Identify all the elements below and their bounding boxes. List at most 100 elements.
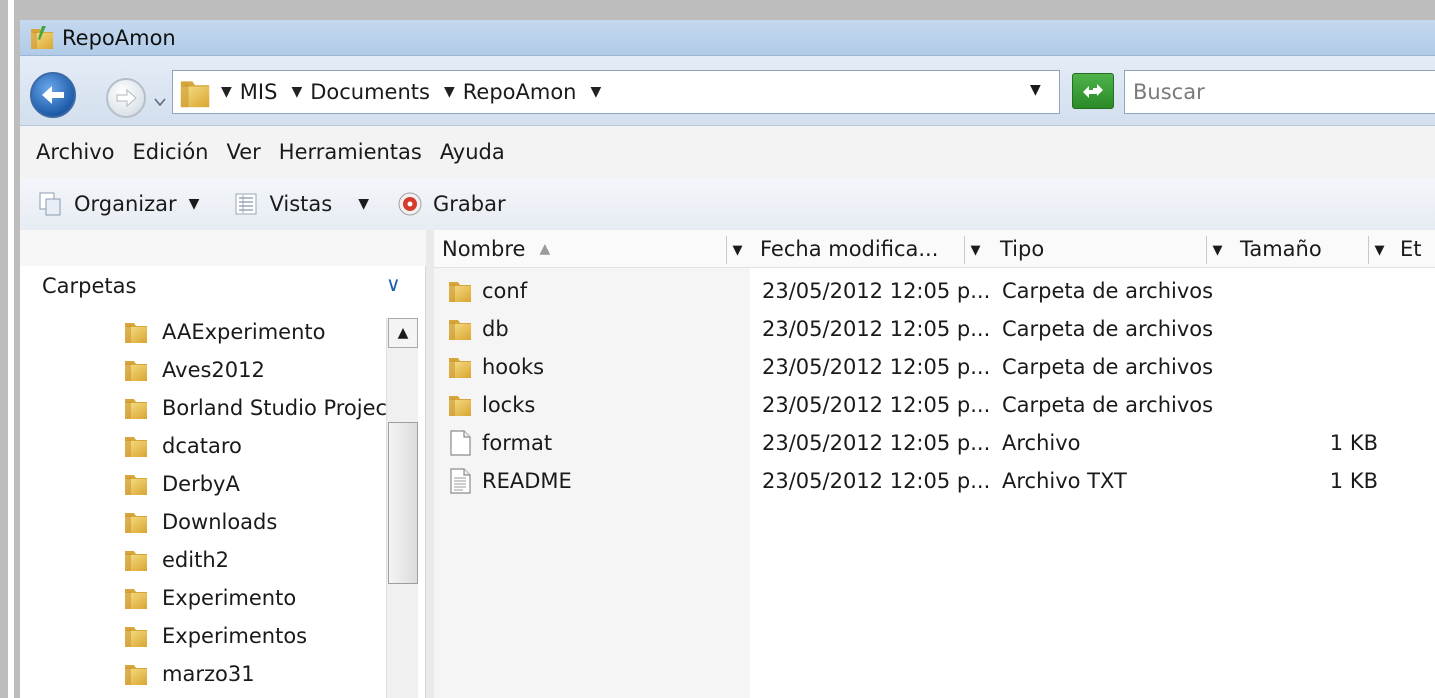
pane-splitter[interactable] <box>426 230 434 698</box>
blank-file-icon <box>446 429 474 457</box>
tree-item[interactable]: AAExperimento <box>122 314 408 350</box>
table-row[interactable]: hooks 23/05/2012 12:05 p... Carpeta de a… <box>434 348 1435 386</box>
window-frame-top <box>0 0 1435 20</box>
refresh-button[interactable] <box>1072 73 1114 109</box>
column-header-tags[interactable]: Et <box>1392 230 1435 268</box>
menu-herramientas[interactable]: Herramientas <box>279 140 422 164</box>
breadcrumb-items: ▼ MIS ▼ Documents ▼ RepoAmon ▼ <box>221 71 601 113</box>
file-date: 23/05/2012 12:05 p... <box>762 317 991 341</box>
window-title: RepoAmon <box>62 25 176 50</box>
file-size <box>1234 348 1378 386</box>
folder-icon <box>122 356 150 384</box>
file-name: format <box>446 424 746 462</box>
folder-icon <box>122 660 150 688</box>
breadcrumb-item-repoamon[interactable]: ▼ RepoAmon <box>444 80 577 104</box>
column-header-size[interactable]: Tamaño <box>1232 230 1354 268</box>
table-row[interactable]: README 23/05/2012 12:05 p... Archivo TXT… <box>434 462 1435 500</box>
file-name: hooks <box>446 348 746 386</box>
arrow-right-icon <box>116 88 137 108</box>
table-row[interactable]: db 23/05/2012 12:05 p... Carpeta de arch… <box>434 310 1435 348</box>
tree-item[interactable]: Experimentos <box>122 618 408 654</box>
folder-icon <box>122 318 150 346</box>
file-type: Archivo <box>1002 431 1081 455</box>
chevron-down-icon <box>154 98 166 107</box>
menu-ayuda[interactable]: Ayuda <box>440 140 505 164</box>
address-history-dropdown[interactable]: ▼ <box>1030 82 1041 98</box>
breadcrumb-item-documents[interactable]: ▼ Documents <box>291 80 430 104</box>
tree-item[interactable]: Experimento <box>122 580 408 616</box>
file-name: README <box>446 462 746 500</box>
tree-item[interactable]: edith2 <box>122 542 408 578</box>
tree-item[interactable]: dcataro <box>122 428 408 464</box>
column-header-date[interactable]: Fecha modifica... <box>752 230 958 268</box>
file-date: 23/05/2012 12:05 p... <box>762 469 991 493</box>
file-date: 23/05/2012 12:05 p... <box>762 279 991 303</box>
table-row[interactable]: locks 23/05/2012 12:05 p... Carpeta de a… <box>434 386 1435 424</box>
file-size <box>1234 386 1378 424</box>
tree-item[interactable]: Borland Studio Projects <box>122 390 408 426</box>
folder-icon <box>446 391 474 419</box>
tree-scrollbar[interactable]: ▲ <box>386 318 418 698</box>
menu-archivo[interactable]: Archivo <box>36 140 115 164</box>
file-size: 1 KB <box>1329 469 1378 493</box>
title-bar[interactable]: RepoAmon <box>20 20 1435 56</box>
views-button[interactable]: Vistas ▼ <box>233 191 369 217</box>
column-filter-dropdown[interactable]: ▼ <box>726 236 748 264</box>
file-name: conf <box>446 272 746 310</box>
file-type: Carpeta de archivos <box>1002 279 1214 303</box>
burn-button[interactable]: Grabar <box>397 191 506 217</box>
menu-edicion[interactable]: Edición <box>133 140 209 164</box>
column-filter-dropdown[interactable]: ▼ <box>1368 236 1390 264</box>
file-date: 23/05/2012 12:05 p... <box>762 431 991 455</box>
tree-item[interactable]: marzo31 <box>122 656 408 692</box>
nav-pane-header-space <box>20 230 426 266</box>
file-size <box>1234 272 1378 310</box>
recent-pages-dropdown[interactable] <box>152 90 168 107</box>
search-box[interactable] <box>1124 70 1435 114</box>
file-date: 23/05/2012 12:05 p... <box>762 393 991 417</box>
column-filter-dropdown[interactable]: ▼ <box>1206 236 1228 264</box>
menu-bar: Archivo Edición Ver Herramientas Ayuda <box>20 126 1435 178</box>
tree-item[interactable]: DerbyA <box>122 466 408 502</box>
folders-section-label[interactable]: Carpetas <box>42 274 136 298</box>
table-row[interactable]: format 23/05/2012 12:05 p... Archivo 1 K… <box>434 424 1435 462</box>
file-type: Archivo TXT <box>1002 469 1127 493</box>
arrow-left-icon <box>42 86 64 104</box>
explorer-window: RepoAmon ▼ MIS ▼ Documents ▼ RepoAmon ▼ … <box>0 0 1435 698</box>
organize-icon <box>38 191 64 217</box>
back-button[interactable] <box>30 72 76 118</box>
file-date: 23/05/2012 12:05 p... <box>762 355 991 379</box>
folder-icon <box>177 75 213 111</box>
search-input[interactable] <box>1125 71 1435 113</box>
folder-icon <box>122 394 150 422</box>
column-headers: Nombre ▲ ▼ Fecha modifica... ▼ Tipo ▼ Ta… <box>434 230 1435 268</box>
scroll-thumb[interactable] <box>388 422 418 584</box>
breadcrumb-arrow-icon[interactable]: ▼ <box>590 84 601 100</box>
table-row[interactable]: conf 23/05/2012 12:05 p... Carpeta de ar… <box>434 272 1435 310</box>
views-icon <box>233 191 259 217</box>
breadcrumb-arrow-icon[interactable]: ▼ <box>444 84 455 100</box>
column-filter-dropdown[interactable]: ▼ <box>964 236 986 264</box>
scroll-up-button[interactable]: ▲ <box>388 318 418 348</box>
file-list: Nombre ▲ ▼ Fecha modifica... ▼ Tipo ▼ Ta… <box>434 230 1435 698</box>
forward-button[interactable] <box>106 78 146 118</box>
window-frame-left <box>0 0 20 698</box>
chevron-down-icon[interactable]: ∨ <box>386 272 401 296</box>
file-name: locks <box>446 386 746 424</box>
column-header-name[interactable]: Nombre ▲ <box>434 230 728 268</box>
tree-item[interactable]: Aves2012 <box>122 352 408 388</box>
breadcrumb-arrow-icon[interactable]: ▼ <box>291 84 302 100</box>
breadcrumb-item-mis[interactable]: ▼ MIS <box>221 80 277 104</box>
file-size: 1 KB <box>1329 431 1378 455</box>
folder-icon <box>122 432 150 460</box>
organize-button[interactable]: Organizar ▼ <box>38 191 199 217</box>
breadcrumb-arrow-icon[interactable]: ▼ <box>221 84 232 100</box>
menu-ver[interactable]: Ver <box>227 140 261 164</box>
chevron-down-icon: ▼ <box>188 196 200 212</box>
folder-icon <box>446 277 474 305</box>
column-header-type[interactable]: Tipo <box>992 230 1204 268</box>
breadcrumb[interactable]: ▼ MIS ▼ Documents ▼ RepoAmon ▼ <box>172 70 1060 114</box>
navigation-pane: Carpetas ∨ AAExperimento Aves2012 Borlan… <box>20 230 426 698</box>
file-type: Carpeta de archivos <box>1002 317 1214 341</box>
tree-item[interactable]: Downloads <box>122 504 408 540</box>
